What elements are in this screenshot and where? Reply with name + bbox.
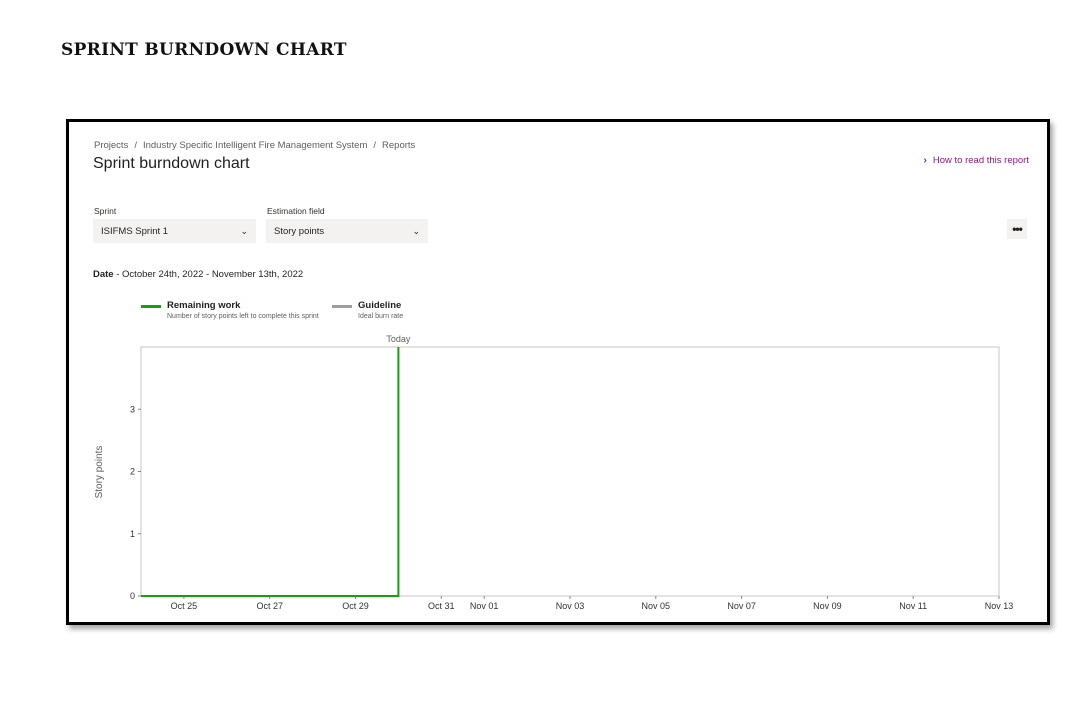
x-tick-label: Nov 05 <box>642 601 671 611</box>
x-tick-label: Nov 09 <box>813 601 842 611</box>
estimation-value: Story points <box>274 225 325 237</box>
legend-remaining-work[interactable]: Remaining work Number of story points le… <box>141 300 319 320</box>
breadcrumb-separator: / <box>373 140 377 151</box>
y-tick-label: 2 <box>130 467 135 477</box>
x-tick-label: Nov 07 <box>727 601 756 611</box>
burndown-chart: 0 1 2 3 Oct 25 Oct 27 Oct 29 Oct 31 Nov 01 Nov 0… <box>94 334 1014 611</box>
page-title: Sprint burndown chart <box>93 155 250 172</box>
report-panel: Projects / Industry Specific Intelligent… <box>66 119 1050 625</box>
estimation-label: Estimation field <box>267 206 325 216</box>
document-title: SPRINT BURNDOWN CHART <box>61 40 347 60</box>
more-icon: ••• <box>1012 222 1023 236</box>
sprint-label: Sprint <box>94 206 117 216</box>
x-axis: Oct 25 Oct 27 Oct 29 Oct 31 Nov 01 Nov 03 Nov … <box>171 596 1014 611</box>
chevron-down-icon: ⌄ <box>240 225 248 236</box>
legend-guideline[interactable]: Guideline Ideal burn rate <box>332 300 403 320</box>
breadcrumb-projects[interactable]: Projects <box>94 140 128 151</box>
breadcrumb: Projects / Industry Specific Intelligent… <box>94 140 415 151</box>
date-label: Date <box>93 269 114 280</box>
legend-swatch <box>332 305 352 308</box>
today-label: Today <box>386 334 411 344</box>
how-to-read-link[interactable]: › How to read this report <box>924 155 1029 166</box>
x-tick-label: Oct 29 <box>342 601 369 611</box>
x-tick-label: Oct 31 <box>428 601 455 611</box>
x-tick-label: Nov 13 <box>985 601 1014 611</box>
y-tick-label: 1 <box>130 529 135 539</box>
x-tick-label: Nov 11 <box>899 601 927 611</box>
plot-area <box>140 346 1000 597</box>
estimation-select[interactable]: Story points ⌄ <box>266 219 428 243</box>
chevron-down-icon: ⌄ <box>412 225 420 236</box>
x-tick-label: Oct 25 <box>171 601 198 611</box>
date-range: Date - October 24th, 2022 - November 13t… <box>93 269 303 280</box>
y-axis: 0 1 2 3 <box>130 404 141 601</box>
sprint-select[interactable]: ISIFMS Sprint 1 ⌄ <box>93 219 256 243</box>
breadcrumb-reports[interactable]: Reports <box>382 140 415 151</box>
legend-title: Remaining work <box>167 300 241 311</box>
chevron-right-icon: › <box>923 155 927 166</box>
y-tick-label: 3 <box>130 404 135 414</box>
how-to-read-label: How to read this report <box>932 155 1029 166</box>
sprint-value: ISIFMS Sprint 1 <box>101 225 169 237</box>
breadcrumb-project[interactable]: Industry Specific Intelligent Fire Manag… <box>143 140 367 151</box>
legend-title: Guideline <box>358 300 402 311</box>
y-tick-label: 0 <box>130 591 135 601</box>
date-separator: - <box>113 269 123 280</box>
legend-subtitle: Ideal burn rate <box>358 313 404 320</box>
x-tick-label: Nov 03 <box>556 601 585 611</box>
x-tick-label: Oct 27 <box>256 601 283 611</box>
legend-swatch <box>141 305 161 308</box>
date-value: October 24th, 2022 - November 13th, 2022 <box>122 269 304 280</box>
more-options-button[interactable]: ••• <box>1007 219 1027 239</box>
x-tick-label: Nov 01 <box>470 601 499 611</box>
breadcrumb-separator: / <box>134 140 137 151</box>
legend-subtitle: Number of story points left to complete … <box>167 313 319 320</box>
y-axis-label: Story points <box>94 446 105 499</box>
